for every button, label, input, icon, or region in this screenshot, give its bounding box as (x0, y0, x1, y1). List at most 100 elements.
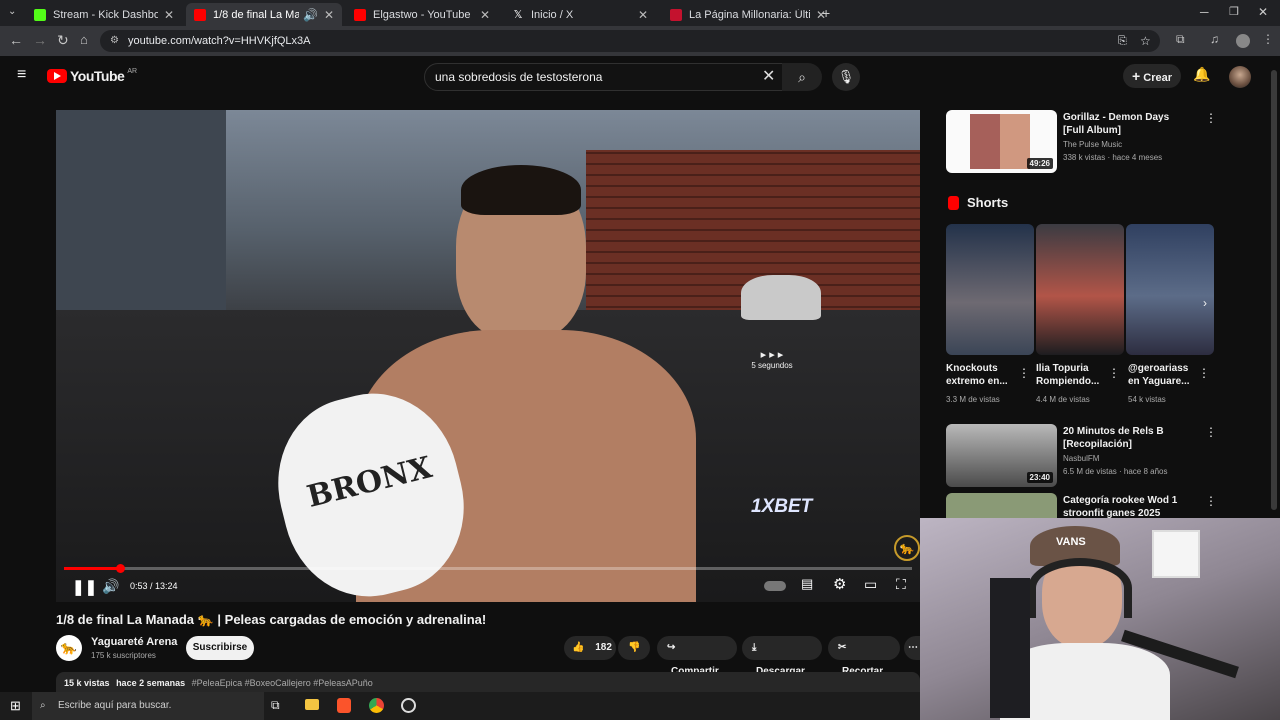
page-scrollbar[interactable] (1271, 70, 1277, 510)
skip-indicator: ▸ ▸ ▸ 5 segundos (736, 348, 808, 370)
tab-elgastwo[interactable]: Elgastwo - YouTube ✕ (346, 3, 498, 26)
site-info-icon[interactable]: ⚙ (110, 30, 119, 52)
reload-icon[interactable]: ↻ (57, 32, 69, 49)
subscribe-button[interactable]: Suscribirse (186, 636, 254, 660)
taskbar-search-input[interactable]: ⌕ Escribe aquí para buscar. (32, 692, 264, 720)
fighter-hair (461, 165, 581, 215)
rec3-title[interactable]: Categoría rookee Wod 1 stroonfit ganes 2… (1063, 494, 1193, 520)
obs-icon[interactable] (401, 698, 416, 713)
notifications-bell-icon[interactable]: 🔔 (1193, 66, 1210, 83)
download-button[interactable]: ⤓ Descargar (742, 636, 822, 677)
close-icon[interactable]: ✕ (638, 8, 648, 22)
progress-scrubber[interactable] (115, 564, 125, 573)
more-actions-button[interactable]: ⋯ (904, 636, 920, 660)
rec1-channel[interactable]: The Pulse Music (1063, 140, 1122, 149)
rec2-thumbnail[interactable]: 23:40 (946, 424, 1057, 487)
youtube-logo[interactable]: YouTube AR (47, 68, 137, 84)
subtitles-icon[interactable]: ▤ (801, 576, 813, 592)
scissors-icon: ✂ (838, 642, 847, 653)
browser-menu-icon[interactable]: ⋮ (1262, 32, 1274, 46)
create-button[interactable]: + Crear (1123, 64, 1181, 88)
dislike-button[interactable]: 👎 (618, 636, 650, 660)
search-button[interactable]: ⌕ (782, 63, 822, 91)
album-art (970, 114, 1030, 169)
gaming-chair (990, 578, 1030, 718)
short-more-icon-1[interactable]: ⋮ (1018, 366, 1030, 380)
short-title-2[interactable]: Ilia Topuria Rompiendo... (1036, 362, 1102, 388)
volume-icon[interactable]: 🔊 (102, 578, 119, 595)
short-more-icon-2[interactable]: ⋮ (1108, 366, 1120, 380)
file-explorer-icon[interactable] (305, 699, 319, 710)
shorts-next-icon[interactable]: › (1203, 296, 1207, 310)
voice-search-button[interactable]: 🎙 (832, 63, 860, 91)
new-tab-icon[interactable]: + (822, 5, 830, 21)
youtube-icon (354, 8, 366, 21)
search-input[interactable]: una sobredosis de testosterona ✕ (424, 63, 788, 91)
rec3-more-icon[interactable]: ⋮ (1205, 494, 1217, 508)
share-button[interactable]: ↪ Compartir (657, 636, 737, 677)
short-thumbnail-2[interactable] (1036, 224, 1124, 355)
rec1-thumbnail[interactable]: 49:26 (946, 110, 1057, 173)
channel-name[interactable]: Yaguareté Arena (91, 636, 177, 648)
channel-avatar[interactable]: 🐆 (56, 635, 82, 661)
speaker-icon[interactable]: 🔊 (303, 8, 318, 22)
short-views-1: 3.3 M de vistas (946, 395, 1000, 404)
fullscreen-icon[interactable]: ⛶ (896, 576, 906, 593)
rec2-meta: 6.5 M de vistas · hace 8 años (1063, 467, 1168, 476)
short-title-1[interactable]: Knockouts extremo en... (946, 362, 1012, 388)
tab-search-icon[interactable]: ⌄ (8, 6, 16, 17)
video-player[interactable]: BRONX 1XBET ▸ ▸ ▸ 5 segundos 🐆 ❚❚ 🔊 0:53… (56, 110, 920, 602)
media-control-icon[interactable]: ♫ (1210, 32, 1219, 46)
close-window-icon[interactable]: ✕ (1258, 5, 1268, 19)
brave-browser-icon[interactable] (337, 698, 351, 713)
close-icon[interactable]: ✕ (480, 8, 490, 22)
minimize-icon[interactable]: ─ (1200, 5, 1209, 19)
search-icon: ⌕ (798, 69, 806, 85)
home-icon[interactable]: ⌂ (80, 32, 88, 47)
settings-gear-icon[interactable]: ⚙ (833, 575, 846, 593)
autoplay-toggle[interactable] (764, 581, 786, 591)
rec1-title[interactable]: Gorillaz - Demon Days [Full Album] (1063, 111, 1193, 137)
close-icon[interactable]: ✕ (164, 8, 174, 22)
short-thumbnail-1[interactable] (946, 224, 1034, 355)
youtube-play-icon (47, 69, 67, 83)
address-bar-row: ← → ↻ ⌂ ⚙ youtube.com/watch?v=HHVKjfQLx3… (0, 26, 1280, 56)
install-app-icon[interactable]: ⎘ (1118, 30, 1127, 52)
rec1-more-icon[interactable]: ⋮ (1205, 111, 1217, 125)
description-box[interactable]: 15 k vistas hace 2 semanas #PeleaEpica #… (56, 672, 920, 692)
hamburger-menu-icon[interactable]: ≡ (17, 66, 26, 84)
short-thumbnail-3[interactable] (1126, 224, 1214, 355)
tab-x[interactable]: 𝕏 Inicio / X ✕ (504, 3, 656, 26)
url-field[interactable]: ⚙ youtube.com/watch?v=HHVKjfQLx3A ⎘ ☆ (100, 30, 1160, 52)
tab-youtube-video[interactable]: 1/8 de final La Manada 🐆 🔊 ✕ (186, 3, 342, 26)
account-avatar[interactable] (1229, 66, 1251, 88)
short-title-3[interactable]: @geroariass en Yaguare... (1128, 362, 1194, 388)
restore-icon[interactable]: ❐ (1229, 5, 1239, 18)
theater-mode-icon[interactable]: ▭ (864, 576, 877, 593)
progress-bar[interactable] (64, 564, 912, 573)
profile-avatar[interactable] (1236, 34, 1250, 48)
chrome-icon[interactable] (369, 698, 384, 713)
clear-search-icon[interactable]: ✕ (762, 64, 775, 90)
pause-button[interactable]: ❚❚ (72, 578, 97, 596)
back-icon[interactable]: ← (9, 32, 23, 48)
forward-icon[interactable]: → (33, 32, 47, 48)
bookmark-star-icon[interactable]: ☆ (1140, 30, 1151, 52)
tab-pagina-millonaria[interactable]: La Página Millonaria: Últimas n ✕ (662, 3, 834, 26)
extensions-icon[interactable]: ⧉ (1176, 32, 1185, 47)
tab-kick-dashboard[interactable]: Stream - Kick Dashboard ✕ (26, 3, 182, 26)
task-view-icon[interactable]: ⧉ (271, 698, 280, 713)
rec3-thumbnail[interactable] (946, 493, 1057, 518)
windows-start-icon[interactable]: ⊞ (10, 698, 21, 714)
rec2-title[interactable]: 20 Minutos de Rels B [Recopilación] (1063, 425, 1193, 451)
rec2-more-icon[interactable]: ⋮ (1205, 425, 1217, 439)
clip-button[interactable]: ✂ Recortar (828, 636, 900, 677)
close-icon[interactable]: ✕ (324, 8, 334, 22)
windows-taskbar: ⊞ ⌕ Escribe aquí para buscar. ⧉ (0, 692, 920, 720)
rec2-channel[interactable]: NasbulFM (1063, 454, 1099, 463)
short-more-icon-3[interactable]: ⋮ (1198, 366, 1210, 380)
x-icon: 𝕏 (513, 8, 523, 21)
like-button[interactable]: 👍 182 (564, 636, 616, 660)
microphone-icon: 🎙 (837, 69, 855, 84)
channel-watermark[interactable]: 🐆 (894, 535, 920, 561)
